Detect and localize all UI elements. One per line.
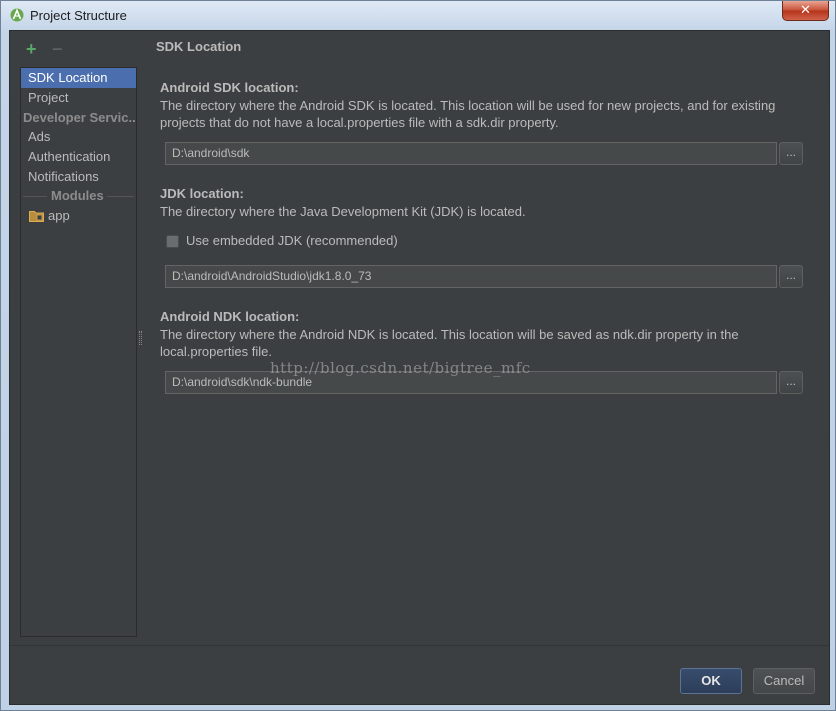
separator-line [23, 196, 47, 197]
close-icon: ✕ [800, 2, 811, 17]
add-icon[interactable]: + [26, 40, 37, 58]
sidebar: SDK Location Project Developer Servic...… [20, 67, 137, 637]
sidebar-item-notifications[interactable]: Notifications [21, 167, 136, 187]
close-button[interactable]: ✕ [782, 1, 829, 21]
jdk-path-field[interactable]: D:\android\AndroidStudio\jdk1.8.0_73 [165, 265, 777, 288]
android-sdk-browse-button[interactable]: ... [779, 142, 803, 165]
embedded-jdk-label[interactable]: Use embedded JDK (recommended) [186, 233, 398, 248]
watermark-text: http://blog.csdn.net/bigtree_mfc [270, 359, 531, 377]
jdk-browse-button[interactable]: ... [779, 265, 803, 288]
project-structure-window: Project Structure ✕ + − SDK Location Pro… [0, 0, 836, 711]
window-title: Project Structure [30, 8, 127, 23]
module-folder-icon [29, 211, 44, 222]
developer-services-header: Developer Servic... [23, 110, 136, 125]
android-studio-icon [10, 8, 24, 22]
modules-separator: Modules [21, 187, 136, 205]
dialog-content: + − SDK Location Project Developer Servi… [9, 30, 830, 705]
sidebar-item-sdk-location[interactable]: SDK Location [21, 68, 136, 88]
android-sdk-label: Android SDK location: [160, 80, 299, 95]
remove-icon[interactable]: − [52, 40, 63, 58]
android-ndk-browse-button[interactable]: ... [779, 371, 803, 394]
android-ndk-label: Android NDK location: [160, 309, 300, 324]
section-title: SDK Location [156, 39, 242, 54]
cancel-button[interactable]: Cancel [753, 668, 815, 694]
android-sdk-description: The directory where the Android SDK is l… [160, 98, 776, 130]
ok-button[interactable]: OK [680, 668, 742, 694]
android-sdk-path-field[interactable]: D:\android\sdk [165, 142, 777, 165]
footer-divider [10, 645, 829, 646]
sidebar-item-app[interactable]: app [48, 206, 70, 226]
jdk-description: The directory where the Java Development… [160, 204, 526, 219]
sidebar-item-authentication[interactable]: Authentication [21, 147, 136, 167]
splitter-handle[interactable] [139, 331, 142, 345]
title-bar: Project Structure ✕ [1, 1, 835, 30]
android-ndk-description: The directory where the Android NDK is l… [160, 327, 739, 359]
sidebar-item-project[interactable]: Project [21, 88, 136, 108]
embedded-jdk-checkbox[interactable] [166, 235, 179, 248]
modules-header: Modules [51, 188, 104, 203]
jdk-label: JDK location: [160, 186, 244, 201]
sidebar-item-ads[interactable]: Ads [21, 127, 136, 147]
separator-line [107, 196, 134, 197]
